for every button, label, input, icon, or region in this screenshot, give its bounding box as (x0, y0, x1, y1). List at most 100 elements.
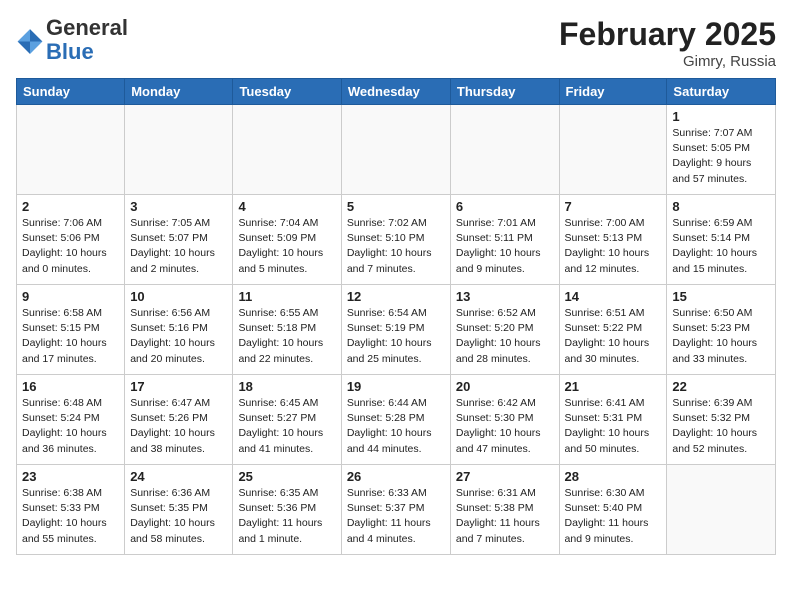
day-number: 20 (456, 379, 554, 394)
calendar-cell: 10 Sunrise: 6:56 AM Sunset: 5:16 PM Dayli… (125, 285, 233, 375)
day-detail: Sunrise: 6:38 AM Sunset: 5:33 PM Dayligh… (22, 486, 119, 547)
calendar-cell: 20 Sunrise: 6:42 AM Sunset: 5:30 PM Dayli… (450, 375, 559, 465)
title-block: February 2025 Gimry, Russia (559, 16, 776, 70)
day-detail: Sunrise: 7:01 AM Sunset: 5:11 PM Dayligh… (456, 216, 554, 277)
calendar-cell: 7 Sunrise: 7:00 AM Sunset: 5:13 PM Daylig… (559, 195, 667, 285)
day-number: 6 (456, 199, 554, 214)
week-row-1: 1 Sunrise: 7:07 AM Sunset: 5:05 PM Daylig… (17, 105, 776, 195)
day-detail: Sunrise: 6:42 AM Sunset: 5:30 PM Dayligh… (456, 396, 554, 457)
day-detail: Sunrise: 6:51 AM Sunset: 5:22 PM Dayligh… (565, 306, 662, 367)
day-detail: Sunrise: 7:07 AM Sunset: 5:05 PM Dayligh… (672, 126, 770, 187)
day-number: 4 (238, 199, 335, 214)
weekday-header-saturday: Saturday (667, 79, 776, 105)
logo-blue-text: Blue (46, 39, 94, 64)
calendar-cell (17, 105, 125, 195)
week-row-2: 2Sunrise: 7:06 AM Sunset: 5:06 PM Daylig… (17, 195, 776, 285)
calendar-cell: 17 Sunrise: 6:47 AM Sunset: 5:26 PM Dayli… (125, 375, 233, 465)
day-detail: Sunrise: 7:06 AM Sunset: 5:06 PM Dayligh… (22, 216, 119, 277)
day-detail: Sunrise: 6:59 AM Sunset: 5:14 PM Dayligh… (672, 216, 770, 277)
day-detail: Sunrise: 6:56 AM Sunset: 5:16 PM Dayligh… (130, 306, 227, 367)
day-number: 17 (130, 379, 227, 394)
day-detail: Sunrise: 6:52 AM Sunset: 5:20 PM Dayligh… (456, 306, 554, 367)
calendar-cell: 23 Sunrise: 6:38 AM Sunset: 5:33 PM Dayli… (17, 465, 125, 555)
day-number: 16 (22, 379, 119, 394)
weekday-header-thursday: Thursday (450, 79, 559, 105)
calendar-cell: 1 Sunrise: 7:07 AM Sunset: 5:05 PM Daylig… (667, 105, 776, 195)
calendar-cell: 18 Sunrise: 6:45 AM Sunset: 5:27 PM Dayli… (233, 375, 341, 465)
weekday-header-tuesday: Tuesday (233, 79, 341, 105)
weekday-header-wednesday: Wednesday (341, 79, 450, 105)
calendar-cell: 27Sunrise: 6:31 AM Sunset: 5:38 PM Dayli… (450, 465, 559, 555)
calendar-cell (667, 465, 776, 555)
day-detail: Sunrise: 7:02 AM Sunset: 5:10 PM Dayligh… (347, 216, 445, 277)
day-number: 25 (238, 469, 335, 484)
day-detail: Sunrise: 6:33 AM Sunset: 5:37 PM Dayligh… (347, 486, 445, 547)
calendar-cell: 19Sunrise: 6:44 AM Sunset: 5:28 PM Dayli… (341, 375, 450, 465)
week-row-5: 23 Sunrise: 6:38 AM Sunset: 5:33 PM Dayli… (17, 465, 776, 555)
calendar-cell (233, 105, 341, 195)
day-number: 28 (565, 469, 662, 484)
week-row-3: 9Sunrise: 6:58 AM Sunset: 5:15 PM Daylig… (17, 285, 776, 375)
calendar-cell (450, 105, 559, 195)
logo-icon (16, 26, 44, 54)
day-number: 21 (565, 379, 662, 394)
calendar-cell: 8 Sunrise: 6:59 AM Sunset: 5:14 PM Daylig… (667, 195, 776, 285)
day-number: 26 (347, 469, 445, 484)
day-number: 24 (130, 469, 227, 484)
day-number: 23 (22, 469, 119, 484)
calendar-cell: 6 Sunrise: 7:01 AM Sunset: 5:11 PM Daylig… (450, 195, 559, 285)
calendar-cell: 12 Sunrise: 6:54 AM Sunset: 5:19 PM Dayli… (341, 285, 450, 375)
day-detail: Sunrise: 6:48 AM Sunset: 5:24 PM Dayligh… (22, 396, 119, 457)
calendar-cell: 13Sunrise: 6:52 AM Sunset: 5:20 PM Dayli… (450, 285, 559, 375)
day-detail: Sunrise: 6:50 AM Sunset: 5:23 PM Dayligh… (672, 306, 770, 367)
day-number: 7 (565, 199, 662, 214)
day-detail: Sunrise: 7:05 AM Sunset: 5:07 PM Dayligh… (130, 216, 227, 277)
weekday-header-monday: Monday (125, 79, 233, 105)
week-row-4: 16 Sunrise: 6:48 AM Sunset: 5:24 PM Dayli… (17, 375, 776, 465)
day-number: 11 (238, 289, 335, 304)
day-detail: Sunrise: 6:47 AM Sunset: 5:26 PM Dayligh… (130, 396, 227, 457)
calendar-cell: 25 Sunrise: 6:35 AM Sunset: 5:36 PM Dayli… (233, 465, 341, 555)
day-number: 3 (130, 199, 227, 214)
day-detail: Sunrise: 6:45 AM Sunset: 5:27 PM Dayligh… (238, 396, 335, 457)
day-number: 9 (22, 289, 119, 304)
day-detail: Sunrise: 7:00 AM Sunset: 5:13 PM Dayligh… (565, 216, 662, 277)
day-detail: Sunrise: 6:41 AM Sunset: 5:31 PM Dayligh… (565, 396, 662, 457)
day-number: 15 (672, 289, 770, 304)
calendar-cell: 21 Sunrise: 6:41 AM Sunset: 5:31 PM Dayli… (559, 375, 667, 465)
day-detail: Sunrise: 6:30 AM Sunset: 5:40 PM Dayligh… (565, 486, 662, 547)
day-detail: Sunrise: 6:39 AM Sunset: 5:32 PM Dayligh… (672, 396, 770, 457)
calendar-cell: 5 Sunrise: 7:02 AM Sunset: 5:10 PM Daylig… (341, 195, 450, 285)
day-detail: Sunrise: 6:36 AM Sunset: 5:35 PM Dayligh… (130, 486, 227, 547)
day-number: 18 (238, 379, 335, 394)
calendar-cell (559, 105, 667, 195)
weekday-header-row: SundayMondayTuesdayWednesdayThursdayFrid… (17, 79, 776, 105)
calendar-cell: 2Sunrise: 7:06 AM Sunset: 5:06 PM Daylig… (17, 195, 125, 285)
calendar-cell: 11Sunrise: 6:55 AM Sunset: 5:18 PM Dayli… (233, 285, 341, 375)
day-number: 12 (347, 289, 445, 304)
weekday-header-sunday: Sunday (17, 79, 125, 105)
day-number: 10 (130, 289, 227, 304)
location: Gimry, Russia (559, 53, 776, 70)
calendar-cell: 16 Sunrise: 6:48 AM Sunset: 5:24 PM Dayli… (17, 375, 125, 465)
day-detail: Sunrise: 6:44 AM Sunset: 5:28 PM Dayligh… (347, 396, 445, 457)
day-number: 22 (672, 379, 770, 394)
day-detail: Sunrise: 6:31 AM Sunset: 5:38 PM Dayligh… (456, 486, 554, 547)
calendar-cell: 9Sunrise: 6:58 AM Sunset: 5:15 PM Daylig… (17, 285, 125, 375)
calendar-cell: 22 Sunrise: 6:39 AM Sunset: 5:32 PM Dayli… (667, 375, 776, 465)
day-number: 8 (672, 199, 770, 214)
weekday-header-friday: Friday (559, 79, 667, 105)
day-number: 5 (347, 199, 445, 214)
calendar-cell: 3 Sunrise: 7:05 AM Sunset: 5:07 PM Daylig… (125, 195, 233, 285)
day-detail: Sunrise: 6:54 AM Sunset: 5:19 PM Dayligh… (347, 306, 445, 367)
day-number: 14 (565, 289, 662, 304)
day-detail: Sunrise: 6:35 AM Sunset: 5:36 PM Dayligh… (238, 486, 335, 547)
calendar-cell: 26 Sunrise: 6:33 AM Sunset: 5:37 PM Dayli… (341, 465, 450, 555)
calendar-cell (341, 105, 450, 195)
calendar-table: SundayMondayTuesdayWednesdayThursdayFrid… (16, 78, 776, 555)
day-number: 1 (672, 109, 770, 124)
calendar-cell (125, 105, 233, 195)
calendar-cell: 28 Sunrise: 6:30 AM Sunset: 5:40 PM Dayli… (559, 465, 667, 555)
calendar-cell: 14 Sunrise: 6:51 AM Sunset: 5:22 PM Dayli… (559, 285, 667, 375)
calendar-cell: 24 Sunrise: 6:36 AM Sunset: 5:35 PM Dayli… (125, 465, 233, 555)
